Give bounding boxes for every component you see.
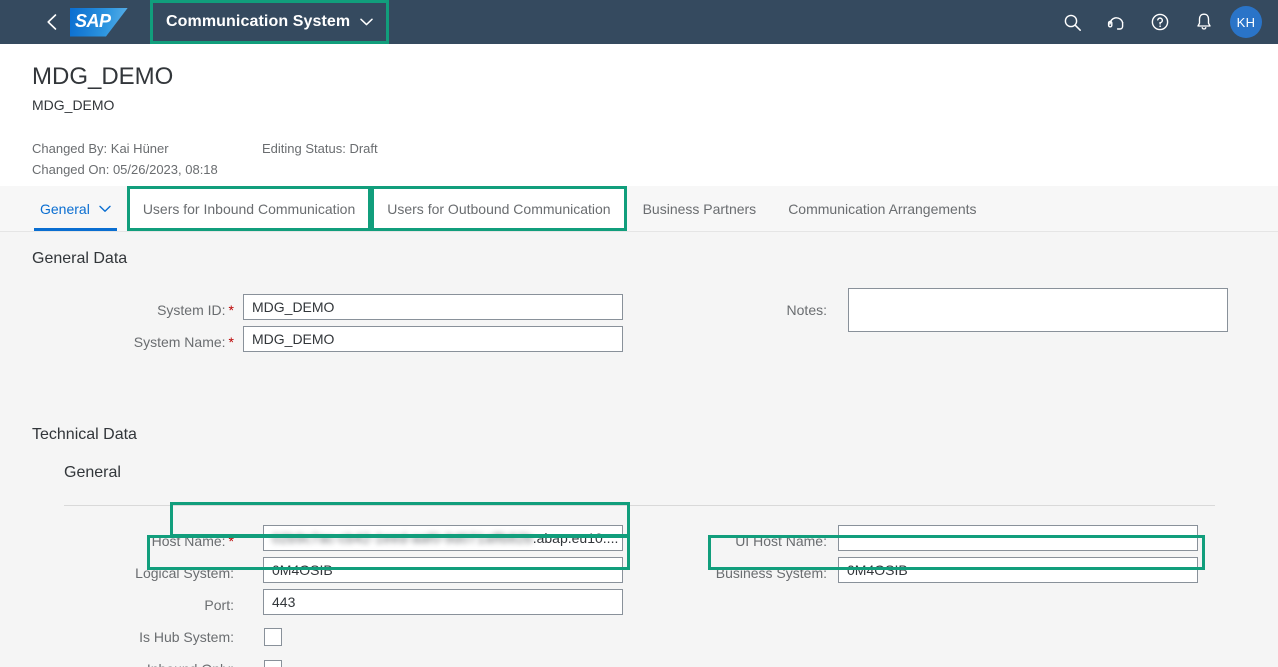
system-id-label-wrap: System ID: * (32, 294, 242, 326)
tab-business-partners[interactable]: Business Partners (627, 186, 773, 231)
page-title: MDG_DEMO (32, 62, 1246, 92)
section-divider (64, 505, 1215, 506)
host-name-label: Host Name: (152, 533, 228, 549)
icon-tab-bar: General Users for Inbound Communication … (0, 186, 1278, 232)
required-marker: * (228, 533, 242, 549)
is-hub-system-label-wrap: Is Hub System: (32, 621, 242, 653)
navigate-back-icon[interactable] (34, 0, 70, 44)
checkbox-box (264, 628, 282, 646)
inbound-only-label-wrap: Inbound Only: (32, 653, 242, 667)
is-hub-system-checkbox[interactable] (264, 628, 282, 646)
host-name-suffix: .abap.eu10.... (533, 530, 619, 546)
object-page-header: MDG_DEMO MDG_DEMO Changed By: Kai Hüner … (0, 44, 1278, 186)
form-row-port: Port: 443 (0, 589, 1278, 621)
changed-on-text: Changed On: 05/26/2023, 08:18 (32, 159, 1246, 180)
inbound-only-label: Inbound Only: (147, 661, 242, 667)
avatar[interactable]: KH (1230, 6, 1262, 38)
tab-users-for-inbound-communication-label: Users for Inbound Communication (143, 201, 355, 217)
page-subtitle: MDG_DEMO (32, 96, 1246, 114)
system-name-input[interactable]: MDG_DEMO (243, 326, 623, 352)
editing-status-text: Editing Status: Draft (262, 138, 378, 159)
ui-host-name-label: UI Host Name: (735, 533, 835, 549)
form-row-inbound-only: Inbound Only: (0, 653, 1278, 667)
form-row-system-id: System ID: * MDG_DEMO Notes: (0, 294, 1278, 326)
port-input[interactable]: 443 (263, 589, 623, 615)
section-title-technical-data: Technical Data (0, 358, 1278, 446)
form-row-host-name: Host Name: * 02b9c7ac-cb42-1eed-aaf0-9d0… (0, 525, 1278, 557)
tab-communication-arrangements[interactable]: Communication Arrangements (772, 186, 992, 231)
object-page-content: General Data System ID: * MDG_DEMO Notes… (0, 232, 1278, 667)
ui-host-name-input[interactable] (838, 525, 1198, 551)
inbound-only-checkbox[interactable] (264, 660, 282, 667)
app-title: Communication System (166, 13, 350, 31)
form-row-is-hub-system: Is Hub System: (0, 621, 1278, 653)
logical-system-input[interactable]: 0M4OSIB (263, 557, 623, 583)
sap-logo[interactable]: SAP (70, 8, 128, 37)
business-system-label: Business System: (716, 565, 835, 581)
object-header-meta: Changed By: Kai Hüner Changed On: 05/26/… (32, 138, 1246, 180)
system-name-label: System Name: (134, 334, 228, 350)
form-row-system-name: System Name: * MDG_DEMO (0, 326, 1278, 358)
host-name-redacted-value: 02b9c7ac-cb42-1eed-aaf0-9d071affb82b (272, 530, 533, 546)
tab-communication-arrangements-label: Communication Arrangements (788, 201, 976, 217)
business-system-label-wrap: Business System: (700, 557, 835, 589)
required-marker: * (228, 334, 242, 350)
tab-users-for-outbound-communication[interactable]: Users for Outbound Communication (371, 186, 626, 231)
system-name-label-wrap: System Name: * (32, 326, 242, 358)
notification-bell-icon[interactable] (1182, 0, 1226, 44)
tab-business-partners-label: Business Partners (643, 201, 757, 217)
tab-users-for-outbound-communication-label: Users for Outbound Communication (387, 201, 610, 217)
system-id-label: System ID: (157, 302, 227, 318)
tab-general[interactable]: General (24, 186, 127, 231)
shell-bar: SAP Communication System (0, 0, 1278, 44)
app-title-menu-button[interactable]: Communication System (150, 0, 389, 44)
system-id-input[interactable]: MDG_DEMO (243, 294, 623, 320)
form-row-logical-system: Logical System: 0M4OSIB Business System:… (0, 557, 1278, 589)
chevron-down-icon (360, 18, 373, 26)
ui-host-name-label-wrap: UI Host Name: (700, 525, 835, 557)
search-icon[interactable] (1050, 0, 1094, 44)
help-question-icon[interactable] (1138, 0, 1182, 44)
tab-users-for-inbound-communication[interactable]: Users for Inbound Communication (127, 186, 371, 231)
section-title-general-data: General Data (0, 232, 1278, 270)
notes-label: Notes: (787, 302, 835, 318)
checkbox-box (264, 660, 282, 667)
support-headset-icon[interactable] (1094, 0, 1138, 44)
logical-system-label: Logical System: (135, 565, 242, 581)
tab-general-label: General (40, 201, 90, 217)
host-name-label-wrap: Host Name: * (32, 525, 242, 557)
shell-actions: KH (1050, 0, 1270, 44)
required-marker: * (228, 302, 242, 318)
changed-by-text: Changed By: Kai Hüner (32, 138, 1246, 159)
host-name-input[interactable]: 02b9c7ac-cb42-1eed-aaf0-9d071affb82b.aba… (263, 525, 623, 551)
subsection-title-general: General (0, 446, 1278, 484)
business-system-input[interactable]: 0M4OSIB (838, 557, 1198, 583)
notes-label-wrap: Notes: (700, 294, 835, 326)
port-label: Port: (204, 597, 242, 613)
logical-system-label-wrap: Logical System: (32, 557, 242, 589)
port-label-wrap: Port: (32, 589, 242, 621)
chevron-down-icon (99, 205, 111, 213)
is-hub-system-label: Is Hub System: (139, 629, 242, 645)
sap-logo-text: SAP (75, 11, 111, 32)
